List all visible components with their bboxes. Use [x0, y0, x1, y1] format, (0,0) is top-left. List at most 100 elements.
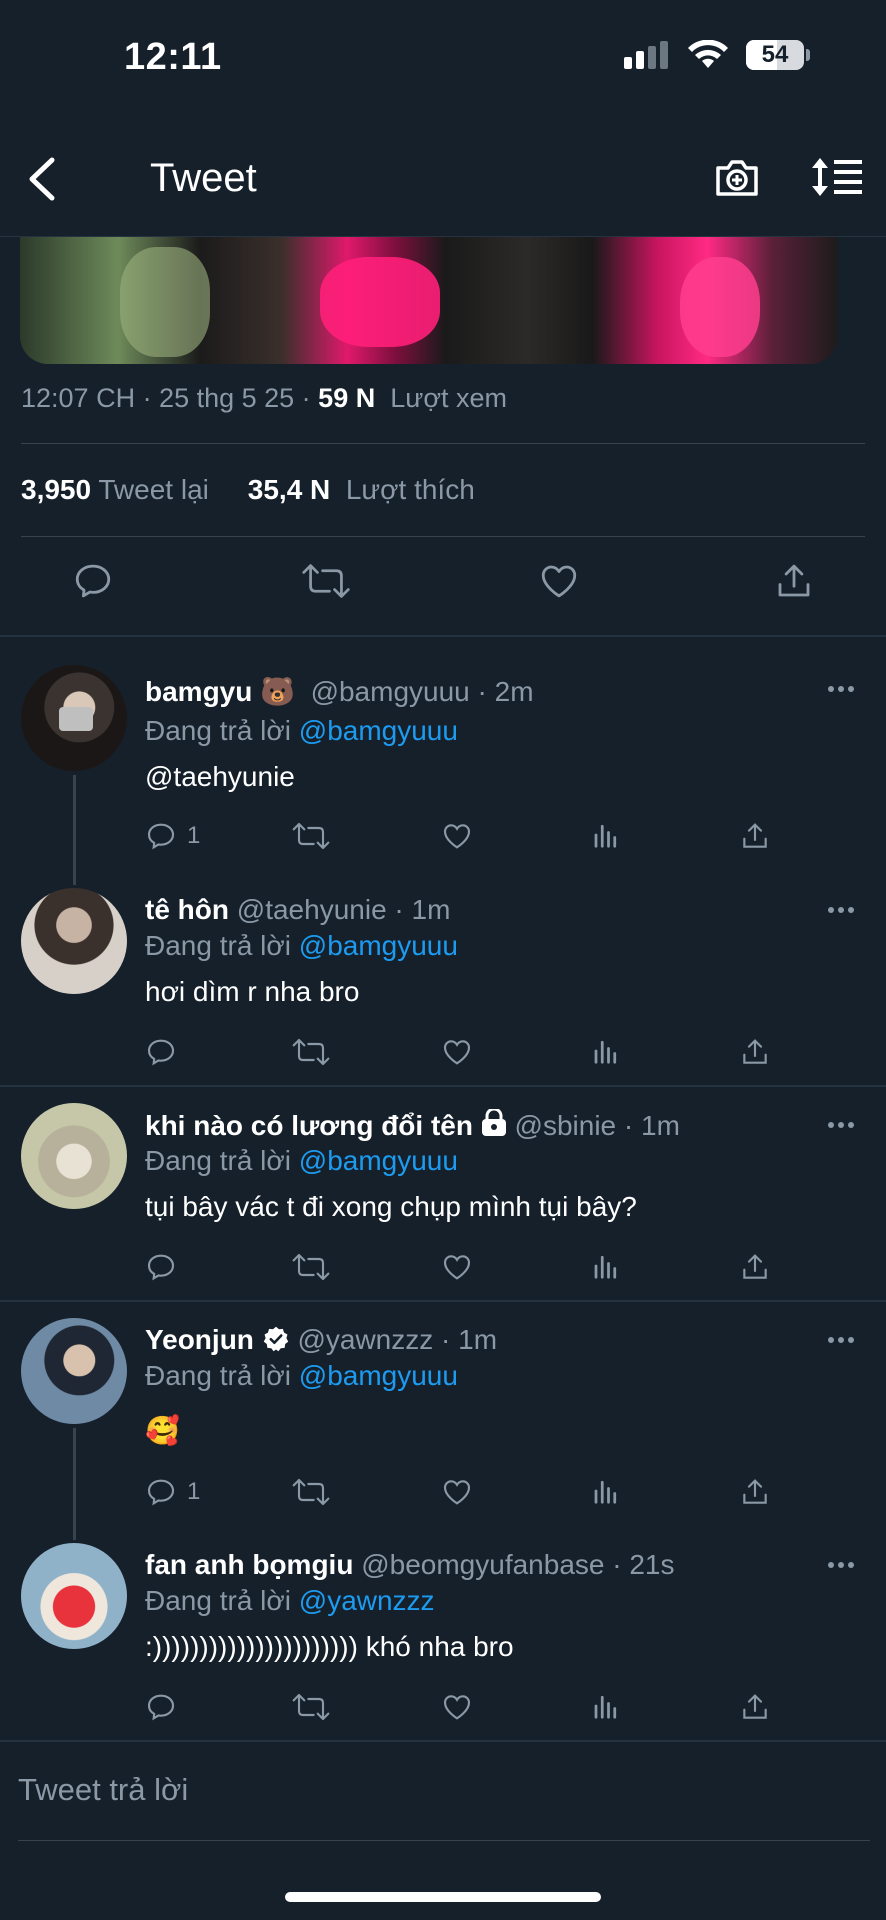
avatar[interactable]: [21, 665, 127, 771]
reply-button[interactable]: [72, 560, 114, 602]
comment-icon: [147, 1479, 175, 1506]
home-indicator[interactable]: [285, 1892, 601, 1902]
retweet-button[interactable]: [292, 820, 330, 852]
reply-author-name[interactable]: fan anh bọmgiu: [145, 1549, 353, 1580]
more-button[interactable]: [828, 1121, 854, 1129]
reply-button[interactable]: 1: [145, 1476, 200, 1508]
retweet-button[interactable]: [292, 1476, 330, 1508]
more-icon: [828, 1337, 854, 1343]
like-button[interactable]: [538, 560, 580, 602]
like-button[interactable]: [441, 820, 473, 852]
thread-line: [73, 1428, 76, 1540]
reply-author-name[interactable]: khi nào có lương đổi tên: [145, 1110, 473, 1141]
tweet-actions: [0, 560, 886, 610]
verified-icon: [263, 1326, 288, 1352]
share-button[interactable]: [773, 560, 815, 602]
sort-button[interactable]: [810, 156, 864, 198]
more-button[interactable]: [828, 1336, 854, 1344]
share-icon: [743, 1479, 767, 1504]
camera-add-button[interactable]: [714, 154, 760, 200]
reply-text[interactable]: :)))))))))))))))))))))) khó nha bro: [145, 1631, 514, 1663]
share-button[interactable]: [739, 820, 771, 852]
avatar[interactable]: [21, 1103, 127, 1209]
comment-icon: [147, 1694, 175, 1721]
reply-handle-time: @taehyunie · 1m: [236, 894, 451, 925]
retweet-icon: [292, 1253, 330, 1281]
reply-button[interactable]: 1: [145, 820, 200, 852]
retweet-button[interactable]: [292, 1251, 330, 1283]
reply-text[interactable]: @taehyunie: [145, 761, 295, 793]
comment-icon: [75, 564, 111, 598]
retweet-button[interactable]: [302, 560, 350, 602]
share-icon: [778, 564, 810, 597]
analytics-button[interactable]: [591, 1476, 621, 1506]
reply-actions: [145, 1691, 785, 1725]
avatar[interactable]: [21, 1318, 127, 1424]
like-button[interactable]: [441, 1476, 473, 1508]
like-button[interactable]: [441, 1691, 473, 1723]
share-button[interactable]: [739, 1251, 771, 1283]
replying-to-label: Đang trả lời: [145, 1145, 291, 1176]
analytics-icon: [594, 1255, 617, 1279]
more-icon: [828, 1122, 854, 1128]
reply-author-name[interactable]: tê hôn: [145, 894, 229, 925]
divider: [21, 536, 865, 537]
more-button[interactable]: [828, 1561, 854, 1569]
reply-text[interactable]: tụi bây vác t đi xong chụp mình tụi bây?: [145, 1191, 637, 1223]
views-count: 59 N: [318, 383, 376, 413]
tweet-stats: 3,950 Tweet lại 35,4 N Lượt thích: [21, 474, 475, 506]
retweet-button[interactable]: [292, 1691, 330, 1723]
retweet-button[interactable]: [292, 1036, 330, 1068]
analytics-button[interactable]: [591, 1036, 621, 1066]
share-icon: [743, 1694, 767, 1719]
reply-compose-input[interactable]: Tweet trả lời: [18, 1772, 188, 1808]
page-title: Tweet: [150, 156, 257, 200]
comment-icon: [147, 1254, 175, 1281]
camera-add-icon: [716, 160, 758, 196]
analytics-button[interactable]: [591, 1691, 621, 1721]
more-icon: [828, 1562, 854, 1568]
replying-to-label: Đang trả lời: [145, 1360, 291, 1391]
share-icon: [743, 1039, 767, 1064]
status-icons: 54: [624, 40, 810, 70]
reply-text[interactable]: hơi dìm r nha bro: [145, 976, 359, 1008]
analytics-button[interactable]: [591, 1251, 621, 1281]
battery-indicator: 54: [746, 40, 804, 70]
share-button[interactable]: [739, 1691, 771, 1723]
back-button[interactable]: [26, 156, 66, 202]
tweet-image[interactable]: [20, 237, 838, 364]
analytics-button[interactable]: [591, 820, 621, 850]
status-time: 12:11: [124, 36, 222, 78]
replying-to-link[interactable]: @yawnzzz: [299, 1585, 435, 1616]
retweets-stat[interactable]: 3,950 Tweet lại: [21, 474, 209, 505]
replying-to-link[interactable]: @bamgyuuu: [299, 715, 458, 746]
reply-handle-time: @sbinie · 1m: [514, 1110, 680, 1141]
reply-button[interactable]: [145, 1691, 177, 1723]
retweet-icon: [292, 1693, 330, 1721]
like-button[interactable]: [441, 1036, 473, 1068]
reply-text[interactable]: 🥰: [145, 1414, 180, 1447]
replying-to-link[interactable]: @bamgyuuu: [299, 930, 458, 961]
reply-handle-time: @beomgyufanbase · 21s: [361, 1549, 675, 1580]
reply-author-name[interactable]: bamgyu 🐻: [145, 676, 295, 707]
comment-icon: [147, 1039, 175, 1066]
analytics-icon: [594, 1480, 617, 1504]
heart-icon: [443, 1255, 471, 1280]
reply-button[interactable]: [145, 1036, 177, 1068]
compose-underline: [18, 1840, 870, 1841]
replying-to-link[interactable]: @bamgyuuu: [299, 1360, 458, 1391]
reply-author-name[interactable]: Yeonjun: [145, 1324, 254, 1355]
reply-button[interactable]: [145, 1251, 177, 1283]
like-button[interactable]: [441, 1251, 473, 1283]
more-button[interactable]: [828, 685, 854, 693]
replying-to-link[interactable]: @bamgyuuu: [299, 1145, 458, 1176]
views-label: Lượt xem: [390, 383, 508, 413]
thread-line: [73, 775, 76, 885]
avatar[interactable]: [21, 1543, 127, 1649]
avatar[interactable]: [21, 888, 127, 994]
share-button[interactable]: [739, 1036, 771, 1068]
share-button[interactable]: [739, 1476, 771, 1508]
more-button[interactable]: [828, 906, 854, 914]
reply-actions: [145, 1251, 785, 1285]
likes-stat[interactable]: 35,4 N Lượt thích: [248, 474, 475, 505]
